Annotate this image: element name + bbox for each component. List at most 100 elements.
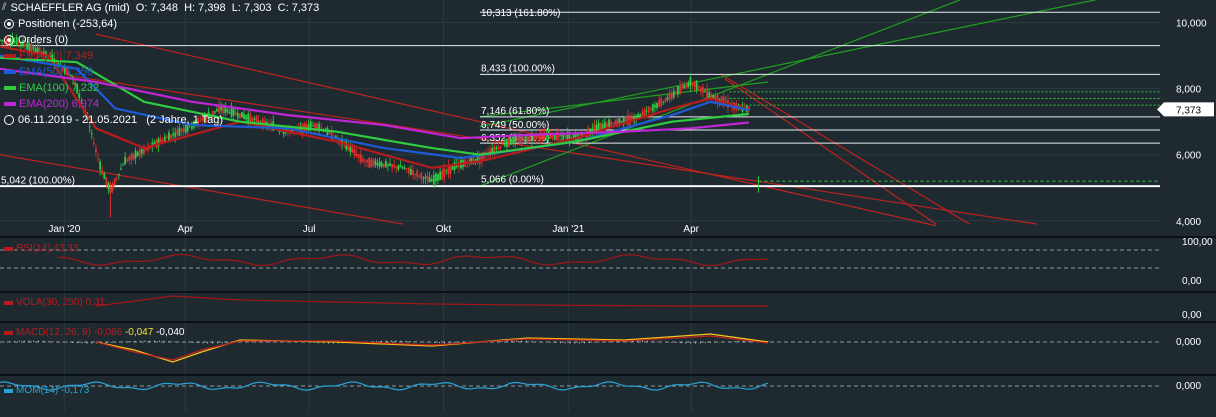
candle-body [349, 146, 352, 153]
ema200-label: EMA(200) [19, 98, 69, 110]
ema100-label: EMA(100) [19, 82, 69, 94]
ema200-row[interactable]: EMA(200) 6,974 [2, 96, 319, 112]
candle-body [376, 163, 379, 166]
symbol-title: SCHAEFFLER AG (mid) [10, 2, 130, 14]
y-tick-label: 6,000 [1176, 151, 1201, 162]
candle-body [533, 135, 535, 141]
candle-body [649, 108, 652, 110]
macd-axis: 0,000 [1176, 337, 1201, 348]
candle-body [430, 178, 433, 182]
candle-body [353, 149, 356, 156]
vola-legend[interactable]: VOLA(30, 250) 0,31 [2, 297, 105, 308]
mom-legend[interactable]: MOM(14) -0,173 [2, 385, 89, 396]
positions-row[interactable]: Positionen (-253,64) [2, 16, 319, 32]
candle-body [510, 138, 512, 145]
ema50-label: EMA(50) [19, 66, 63, 78]
candle-body [393, 164, 396, 168]
candle-body [418, 175, 421, 177]
fib-label: 5,042 (100.00%) [1, 175, 75, 186]
candle-body [414, 174, 416, 175]
candle-body [405, 168, 408, 170]
candle-body [432, 174, 435, 185]
candle-body [702, 86, 704, 93]
x-tick-label: Jan '21 [552, 224, 584, 235]
candle-body [518, 138, 521, 143]
candle-body [664, 99, 667, 103]
ema100-value: 7,232 [71, 82, 100, 94]
candle-body [172, 133, 175, 136]
candle-body [416, 170, 419, 177]
candle-body [676, 86, 679, 95]
ema100-swatch [4, 86, 16, 90]
candle-body [654, 104, 656, 108]
candle-body [92, 142, 95, 144]
rsi-legend[interactable]: RSI(14) 43,33 [2, 243, 78, 254]
candle-body [136, 152, 139, 157]
ema50-row[interactable]: EMA(50) 7,356 [2, 64, 319, 80]
candle-body [516, 138, 519, 141]
legend: ⫽ SCHAEFFLER AG (mid) O: 7,348 H: 7,398 … [2, 0, 319, 128]
fib-label: 6,749 (50.00%) [481, 120, 549, 131]
mom-value: -0,173 [61, 385, 90, 396]
vola-label: VOLA(30, 250) [16, 297, 83, 308]
ema100-row[interactable]: EMA(100) 7,232 [2, 80, 319, 96]
candle-body [368, 157, 371, 168]
candle-body [445, 170, 448, 172]
candle-body [685, 84, 688, 88]
candle-body [111, 183, 114, 191]
candle-body [697, 86, 700, 87]
candle-body [351, 148, 354, 153]
candle-body [103, 173, 106, 180]
candle-body [662, 101, 665, 103]
fib-label: 10,313 (161.80%) [481, 8, 561, 19]
candle-body [355, 153, 358, 157]
candle-body [508, 137, 510, 147]
candle-body [666, 97, 669, 100]
candle-body [618, 118, 621, 123]
candle-body [182, 128, 185, 132]
ema20-row[interactable]: EMA(20) 7,349 [2, 48, 319, 64]
vola-value: 0,31 [85, 297, 105, 308]
candle-body [645, 110, 648, 112]
candle-body [670, 92, 673, 99]
candle-body [420, 172, 423, 180]
candle-body [614, 120, 617, 125]
candle-body [679, 85, 681, 95]
macd-swatch [4, 330, 13, 335]
macd-legend[interactable]: MACD(12, 26, 9) -0,086 -0,047 -0,040 [2, 327, 184, 338]
candle-body [689, 77, 692, 87]
orders-row[interactable]: Orders (0) [2, 32, 319, 48]
candle-body [180, 129, 183, 133]
range-row: 06.11.2019 - 21.05.2021 (2 Jahre, 1 Tag) [2, 112, 319, 128]
candle-body [366, 159, 368, 163]
x-tick-label: Apr [683, 224, 699, 235]
candle-body [556, 131, 558, 140]
candle-body [372, 158, 375, 166]
candle-body [706, 88, 708, 100]
candle-body [704, 90, 706, 93]
header-row: ⫽ SCHAEFFLER AG (mid) O: 7,348 H: 7,398 … [2, 0, 319, 16]
candle-body [443, 168, 446, 178]
candle-body [660, 98, 663, 107]
candle-body [395, 166, 398, 169]
mom-swatch [4, 388, 13, 393]
candle-body [435, 173, 437, 182]
candle-body [641, 111, 644, 115]
candle-body [520, 135, 523, 145]
candle-body [174, 132, 177, 137]
candle-body [399, 165, 402, 168]
ohlc-readout: O: 7,348 H: 7,398 L: 7,303 C: 7,373 [135, 2, 320, 14]
clock-icon [4, 115, 14, 125]
candle-body [512, 136, 515, 144]
candle-body [382, 163, 385, 168]
candle-body [539, 131, 542, 140]
candle-body [699, 87, 702, 92]
candle-body [564, 135, 567, 138]
rsi-axis-top: 100,00 [1182, 237, 1213, 248]
candle-body [708, 92, 711, 98]
candle-body [505, 138, 508, 148]
candle-body [499, 146, 502, 148]
candle-body [380, 162, 383, 167]
macd-value-1: -0,086 [93, 327, 123, 338]
candle-body [97, 157, 99, 159]
